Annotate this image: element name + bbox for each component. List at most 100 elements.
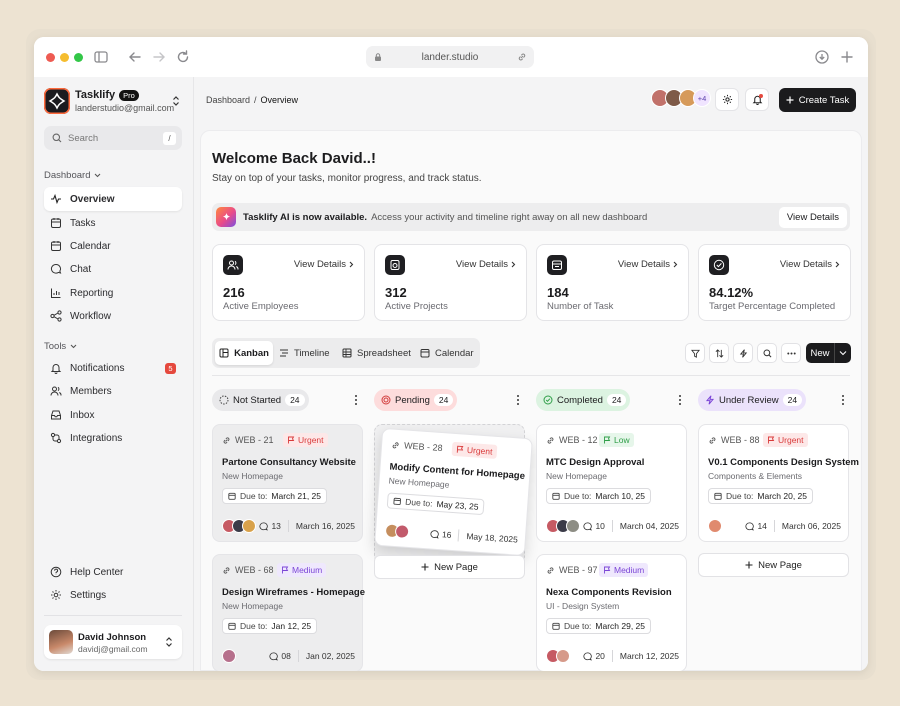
task-card[interactable]: WEB - 21 Urgent Partone Consultancy Webs… [212,424,363,542]
task-card[interactable]: WEB - 68 Medium Design Wireframes - Home… [212,554,365,671]
comment-count-text: 16 [441,529,452,540]
sidebar-item-workflow[interactable]: Workflow [44,304,182,328]
task-title: V0.1 Components Design System [708,457,859,468]
sidebar-item-overview[interactable]: Overview [44,187,182,211]
download-icon[interactable] [814,49,830,65]
stat-view-details-link[interactable]: View Details [456,259,516,270]
column-menu-icon[interactable] [678,394,682,406]
column-pending[interactable]: Pending 24 [374,389,458,411]
task-card[interactable]: WEB - 12 Low MTC Design Approval New Hom… [536,424,687,542]
sidebar-item-integrations[interactable]: Integrations [44,426,182,450]
priority-badge: Urgent [283,433,328,447]
comment-count[interactable]: 14 [745,521,767,531]
automation-button[interactable] [733,343,753,363]
notifications-button[interactable] [745,88,769,111]
column-not-started[interactable]: Not Started 24 [212,389,309,411]
settings-icon [51,590,61,600]
banner-view-details-button[interactable]: View Details [778,206,847,228]
task-card[interactable]: WEB - 97 Medium Nexa Components Revision… [536,554,687,671]
tools-section-label[interactable]: Tools [44,341,77,352]
tab-kanban[interactable]: Kanban [215,341,273,365]
breadcrumb-dashboard[interactable]: Dashboard [206,95,250,105]
search-box[interactable]: Search / [44,126,182,150]
sidebar-item-notifications[interactable]: Notifications 5 [44,356,182,380]
forward-arrow-icon[interactable] [151,49,167,65]
user-switch-icon[interactable] [165,636,173,648]
due-date: Due to: March 10, 25 [546,488,652,504]
tab-timeline[interactable]: Timeline [279,341,330,365]
comment-count[interactable]: 08 [269,651,291,661]
search-shortcut-key: / [163,131,176,145]
stat-view-details-link[interactable]: View Details [780,259,840,270]
filter-button[interactable] [685,343,705,363]
sidebar-item-inbox[interactable]: Inbox [44,403,182,427]
comment-count[interactable]: 13 [259,521,281,531]
new-page-button[interactable]: New Page [698,553,849,577]
stat-value: 312 [385,285,407,300]
sidebar-item-calendar[interactable]: Calendar [44,234,182,258]
back-arrow-icon[interactable] [127,49,143,65]
link-icon[interactable] [517,52,527,62]
priority-text: Medium [292,565,323,575]
plus-icon [786,96,794,104]
column-menu-icon[interactable] [516,394,520,406]
workspace-switch-icon[interactable] [172,95,180,107]
sidebar-item-settings[interactable]: Settings [44,583,182,607]
task-card[interactable]: WEB - 88 Urgent V0.1 Components Design S… [698,424,859,542]
sort-button[interactable] [709,343,729,363]
task-card-dragging[interactable]: WEB - 28 Urgent Modify Content for Homep… [374,427,533,557]
user-profile-card[interactable]: David Johnson davidj@gmail.com [44,625,182,659]
comment-count[interactable]: 16 [430,528,452,540]
task-title: Partone Consultancy Website [222,457,356,468]
comment-count[interactable]: 20 [583,651,605,661]
minimize-window-dot[interactable] [60,53,69,62]
stat-card-employees: View Details 216 Active Employees [212,244,365,321]
search-board-button[interactable] [757,343,777,363]
sidebar-item-help-center[interactable]: Help Center [44,560,182,584]
column-menu-icon[interactable] [841,394,845,406]
due-value: March 10, 25 [595,491,646,501]
calendar-icon [228,622,236,630]
chevron-down-icon[interactable] [835,343,851,363]
tab-calendar[interactable]: Calendar [420,341,474,365]
new-tab-plus-icon[interactable] [839,49,855,65]
stat-view-details-link[interactable]: View Details [294,259,354,270]
view-tabs: Kanban Timeline Spreadsheet Calendar [212,338,480,368]
priority-badge: Medium [277,563,327,577]
comment-count[interactable]: 10 [583,521,605,531]
create-task-label: Create Task [798,94,850,106]
sidebar-item-tasks[interactable]: Tasks [44,211,182,235]
search-input[interactable]: Search [68,133,98,144]
new-item-button[interactable]: New [806,343,851,363]
sidebar-item-members[interactable]: Members [44,379,182,403]
task-subtitle: UI - Design System [546,601,620,611]
dashboard-section-label[interactable]: Dashboard [44,170,101,181]
task-code-text: WEB - 68 [235,565,274,575]
maximize-window-dot[interactable] [74,53,83,62]
breadcrumb: Dashboard / Overview [206,95,298,105]
tab-spreadsheet[interactable]: Spreadsheet [342,341,411,365]
more-options-button[interactable] [781,343,801,363]
column-count: 24 [285,394,305,406]
sidebar-item-reporting[interactable]: Reporting [44,281,182,305]
task-code: WEB - 12 [546,435,598,445]
sidebar-item-label: Overview [70,193,115,205]
sidebar-item-label: Workflow [70,310,111,322]
new-page-button[interactable]: New Page [374,555,525,579]
settings-button[interactable] [715,88,739,111]
new-page-label: New Page [434,561,478,573]
footer-separator [458,529,460,542]
address-bar[interactable]: lander.studio [366,46,534,68]
column-menu-icon[interactable] [354,394,358,406]
close-window-dot[interactable] [46,53,55,62]
reload-icon[interactable] [175,49,191,65]
create-task-button[interactable]: Create Task [779,88,856,112]
column-under-review[interactable]: Under Review 24 [698,389,807,411]
flag-icon [604,566,611,574]
team-avatars[interactable]: +4 [651,89,711,107]
column-completed[interactable]: Completed 24 [536,389,631,411]
sidebar-item-chat[interactable]: Chat [44,257,182,281]
comment-count-text: 20 [595,651,605,661]
sidebar-toggle-icon[interactable] [93,49,109,65]
stat-view-details-link[interactable]: View Details [618,259,678,270]
